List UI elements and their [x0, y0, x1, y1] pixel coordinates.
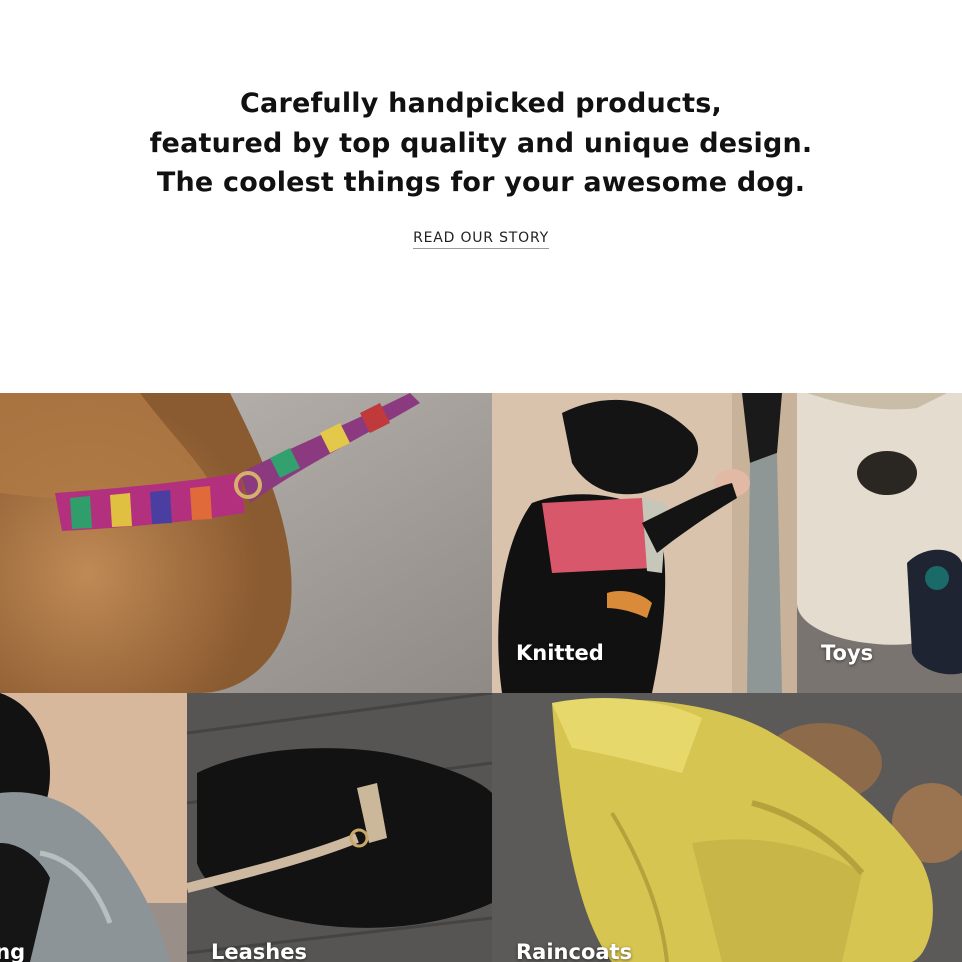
category-label-leashes: Leashes	[211, 940, 307, 962]
category-tile-knitted[interactable]: Knitted	[492, 393, 797, 693]
read-our-story-link[interactable]: READ OUR STORY	[413, 230, 549, 249]
category-tile-raincoats[interactable]: Raincoats	[492, 693, 962, 962]
category-label-raincoats: Raincoats	[516, 940, 633, 962]
hero-headline: Carefully handpicked products, featured …	[0, 84, 962, 203]
category-tile-clothing[interactable]: ing	[0, 693, 187, 962]
leashes-dog-photo	[187, 693, 492, 962]
hero-section: Carefully handpicked products, featured …	[0, 0, 962, 393]
category-tile-collars[interactable]	[0, 393, 492, 693]
category-label-clothing: ing	[0, 940, 26, 962]
category-tile-leashes[interactable]: Leashes	[187, 693, 492, 962]
collar-dog-photo	[0, 393, 492, 693]
category-label-toys: Toys	[821, 641, 874, 665]
hero-headline-line: The coolest things for your awesome dog.	[156, 167, 806, 198]
read-story-wrapper: READ OUR STORY	[0, 227, 962, 249]
hero-headline-line: Carefully handpicked products,	[240, 88, 722, 119]
category-tile-toys[interactable]: Toys	[797, 393, 962, 693]
hero-headline-line: featured by top quality and unique desig…	[149, 127, 813, 159]
raincoats-dog-photo	[492, 693, 962, 962]
clothing-dog-photo	[0, 693, 187, 962]
category-label-knitted: Knitted	[516, 641, 604, 665]
